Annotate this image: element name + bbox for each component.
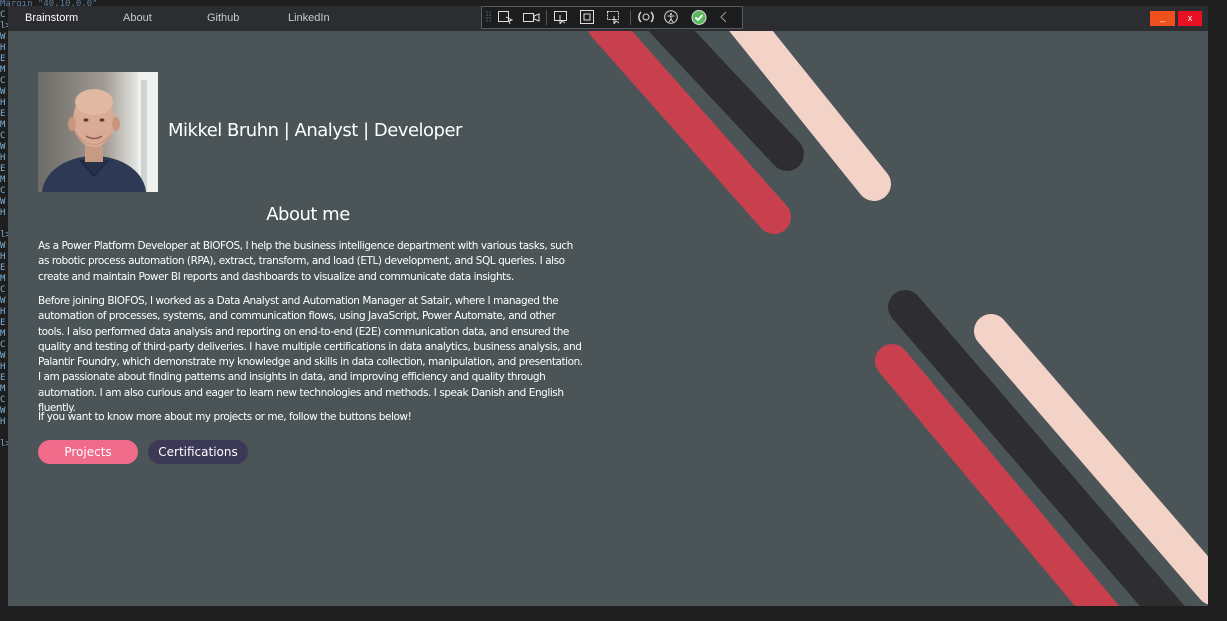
close-button[interactable]: x bbox=[1178, 11, 1202, 26]
code-line: W bbox=[0, 87, 6, 97]
grip-icon[interactable] bbox=[485, 10, 493, 24]
code-line: W bbox=[0, 32, 6, 42]
record-video-icon[interactable] bbox=[522, 10, 540, 24]
code-line: M bbox=[0, 329, 6, 339]
nav-link-github[interactable]: Github bbox=[207, 12, 239, 24]
profile-headline: Mikkel Bruhn | Analyst | Developer bbox=[168, 120, 462, 141]
code-line: l> bbox=[0, 230, 8, 240]
code-line: W bbox=[0, 296, 6, 306]
about-heading: About me bbox=[266, 204, 350, 225]
app-window: Brainstorm About Github LinkedIn _ x Mik… bbox=[8, 6, 1208, 606]
code-line: W bbox=[0, 142, 6, 152]
code-line: H bbox=[0, 153, 6, 163]
code-line: E bbox=[0, 373, 6, 383]
hot-reload-icon[interactable] bbox=[637, 10, 654, 24]
code-editor-gutter: Cl>WHEMCWHEMCWHEMCWH l>WHEMCWHEMCWHEMCWH… bbox=[0, 0, 8, 621]
nav-brand[interactable]: Brainstorm bbox=[25, 12, 78, 24]
code-line: C bbox=[0, 10, 6, 20]
code-line: M bbox=[0, 384, 6, 394]
about-paragraph: Before joining BIOFOS, I worked as a Dat… bbox=[38, 295, 583, 415]
accessibility-icon[interactable] bbox=[663, 10, 679, 24]
code-line: C bbox=[0, 285, 6, 295]
code-line: H bbox=[0, 362, 6, 372]
minimize-button[interactable]: _ bbox=[1150, 11, 1175, 26]
code-line: H bbox=[0, 252, 6, 262]
code-line: E bbox=[0, 318, 6, 328]
code-line: C bbox=[0, 76, 6, 86]
profile-photo bbox=[38, 72, 158, 192]
select-element-icon[interactable] bbox=[497, 10, 513, 24]
nav-link-linkedin[interactable]: LinkedIn bbox=[288, 12, 330, 24]
code-line: H bbox=[0, 417, 6, 427]
select-pointer-icon[interactable] bbox=[553, 10, 569, 24]
code-line: W bbox=[0, 197, 6, 207]
code-line: l> bbox=[0, 439, 8, 449]
code-line: E bbox=[0, 54, 6, 64]
track-focus-icon[interactable] bbox=[605, 10, 621, 24]
code-line: W bbox=[0, 351, 6, 361]
projects-button[interactable]: Projects bbox=[38, 440, 138, 464]
about-paragraph: As a Power Platform Developer at BIOFOS,… bbox=[38, 240, 573, 283]
highlight-box-icon[interactable] bbox=[579, 10, 595, 24]
code-line: M bbox=[0, 274, 6, 284]
top-navigation: Brainstorm About Github LinkedIn _ x bbox=[8, 6, 1208, 31]
code-line: W bbox=[0, 406, 6, 416]
code-line: l> bbox=[0, 21, 8, 31]
code-line: C bbox=[0, 395, 6, 405]
code-line: E bbox=[0, 164, 6, 174]
code-line: M bbox=[0, 65, 6, 75]
code-line: H bbox=[0, 98, 6, 108]
code-line: E bbox=[0, 263, 6, 273]
check-status-icon[interactable] bbox=[691, 10, 707, 25]
code-line: E bbox=[0, 109, 6, 119]
nav-link-about[interactable]: About bbox=[123, 12, 152, 24]
code-line: C bbox=[0, 131, 6, 141]
debug-toolbar bbox=[481, 6, 743, 29]
code-line: H bbox=[0, 208, 6, 218]
code-line: M bbox=[0, 175, 6, 185]
collapse-chevron-icon[interactable] bbox=[718, 10, 734, 24]
code-line: H bbox=[0, 307, 6, 317]
code-line: W bbox=[0, 241, 6, 251]
code-line: M bbox=[0, 120, 6, 130]
about-paragraph: If you want to know more about my projec… bbox=[38, 411, 412, 423]
code-line: H bbox=[0, 43, 6, 53]
certifications-button[interactable]: Certifications bbox=[148, 440, 248, 464]
code-line: C bbox=[0, 186, 6, 196]
code-line: C bbox=[0, 340, 6, 350]
